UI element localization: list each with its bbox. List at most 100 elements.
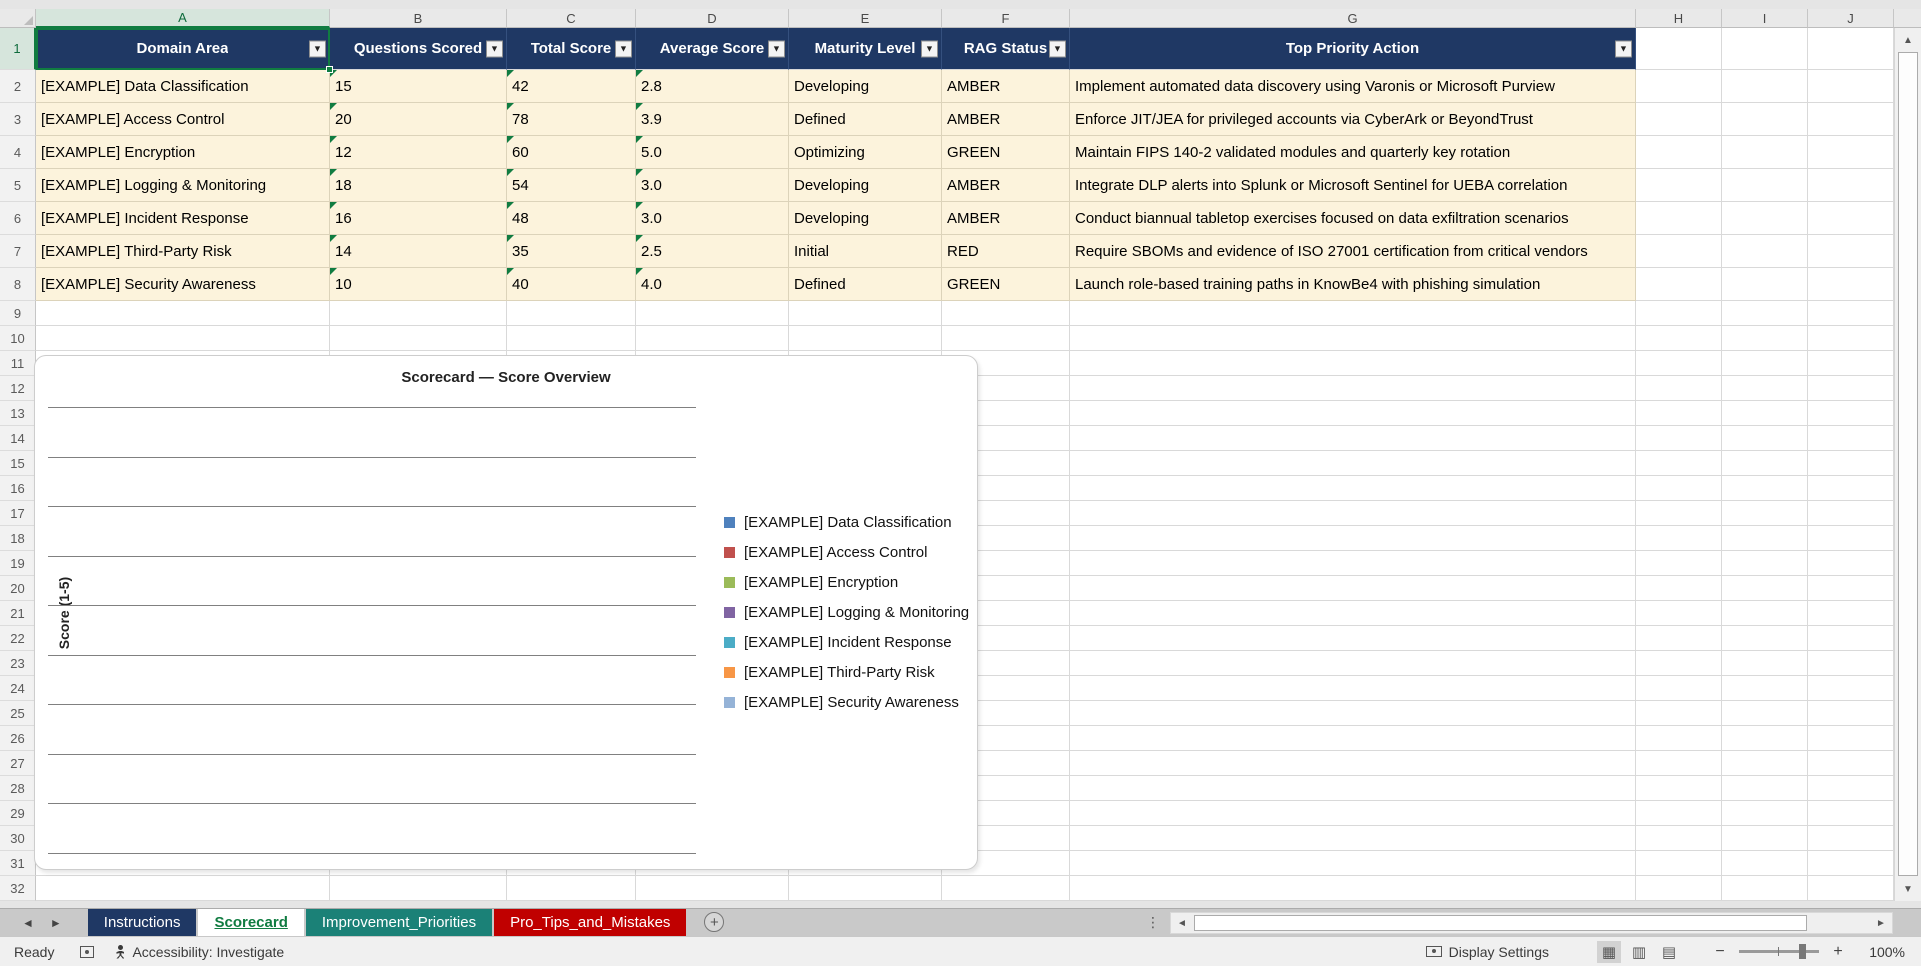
cell-B9[interactable]: [330, 301, 507, 326]
cell-D5[interactable]: 3.0: [636, 169, 789, 202]
cell-I13[interactable]: [1722, 401, 1808, 426]
cell-G23[interactable]: [1070, 651, 1636, 676]
cell-I29[interactable]: [1722, 801, 1808, 826]
row-header-11[interactable]: 11: [0, 351, 36, 376]
row-header-7[interactable]: 7: [0, 235, 36, 268]
cell-G5[interactable]: Integrate DLP alerts into Splunk or Micr…: [1070, 169, 1636, 202]
horizontal-scroll-thumb[interactable]: [1194, 915, 1807, 931]
cell-H31[interactable]: [1636, 851, 1722, 876]
cell-H32[interactable]: [1636, 876, 1722, 901]
sheet-nav-right-icon[interactable]: ►: [50, 916, 62, 930]
filter-dropdown-icon[interactable]: ▼: [615, 40, 632, 57]
row-header-16[interactable]: 16: [0, 476, 36, 501]
legend-item[interactable]: [EXAMPLE] Third-Party Risk: [724, 657, 969, 687]
cell-A8[interactable]: [EXAMPLE] Security Awareness: [36, 268, 330, 301]
cell-G2[interactable]: Implement automated data discovery using…: [1070, 70, 1636, 103]
zoom-level[interactable]: 100%: [1865, 944, 1905, 960]
cell-D32[interactable]: [636, 876, 789, 901]
cell-J16[interactable]: [1808, 476, 1894, 501]
cell-E1[interactable]: Maturity Level ▼: [789, 28, 942, 70]
row-header-17[interactable]: 17: [0, 501, 36, 526]
row-header-26[interactable]: 26: [0, 726, 36, 751]
cell-G3[interactable]: Enforce JIT/JEA for privileged accounts …: [1070, 103, 1636, 136]
cell-G32[interactable]: [1070, 876, 1636, 901]
cell-H26[interactable]: [1636, 726, 1722, 751]
cell-B5[interactable]: 18: [330, 169, 507, 202]
cell-E3[interactable]: Defined: [789, 103, 942, 136]
row-header-18[interactable]: 18: [0, 526, 36, 551]
cell-D7[interactable]: 2.5: [636, 235, 789, 268]
cell-H3[interactable]: [1636, 103, 1722, 136]
cell-H8[interactable]: [1636, 268, 1722, 301]
normal-view-button[interactable]: ▦: [1597, 940, 1621, 963]
cell-A4[interactable]: [EXAMPLE] Encryption: [36, 136, 330, 169]
cell-F32[interactable]: [942, 876, 1070, 901]
cell-H24[interactable]: [1636, 676, 1722, 701]
cell-A6[interactable]: [EXAMPLE] Incident Response: [36, 202, 330, 235]
cell-B4[interactable]: 12: [330, 136, 507, 169]
cell-J31[interactable]: [1808, 851, 1894, 876]
cell-J17[interactable]: [1808, 501, 1894, 526]
cell-H29[interactable]: [1636, 801, 1722, 826]
filter-dropdown-icon[interactable]: ▼: [768, 40, 785, 57]
cell-J23[interactable]: [1808, 651, 1894, 676]
cell-F2[interactable]: AMBER: [942, 70, 1070, 103]
sheet-tab-improvement_priorities[interactable]: Improvement_Priorities: [305, 909, 493, 936]
row-header-23[interactable]: 23: [0, 651, 36, 676]
cell-J8[interactable]: [1808, 268, 1894, 301]
cell-G7[interactable]: Require SBOMs and evidence of ISO 27001 …: [1070, 235, 1636, 268]
cell-J5[interactable]: [1808, 169, 1894, 202]
cell-I22[interactable]: [1722, 626, 1808, 651]
cell-I26[interactable]: [1722, 726, 1808, 751]
cell-B8[interactable]: 10: [330, 268, 507, 301]
cell-J9[interactable]: [1808, 301, 1894, 326]
row-header-32[interactable]: 32: [0, 876, 36, 901]
horizontal-scrollbar[interactable]: ◄ ►: [1170, 912, 1893, 934]
cell-I19[interactable]: [1722, 551, 1808, 576]
cell-I20[interactable]: [1722, 576, 1808, 601]
cell-H23[interactable]: [1636, 651, 1722, 676]
zoom-slider-thumb[interactable]: [1799, 944, 1806, 959]
row-header-3[interactable]: 3: [0, 103, 36, 136]
row-header-27[interactable]: 27: [0, 751, 36, 776]
cell-B1[interactable]: Questions Scored ▼: [330, 28, 507, 70]
cell-F10[interactable]: [942, 326, 1070, 351]
cell-J20[interactable]: [1808, 576, 1894, 601]
cell-I2[interactable]: [1722, 70, 1808, 103]
cell-I17[interactable]: [1722, 501, 1808, 526]
accessibility-status-button[interactable]: Accessibility: Investigate: [114, 944, 284, 960]
cell-D10[interactable]: [636, 326, 789, 351]
cell-H14[interactable]: [1636, 426, 1722, 451]
cell-I18[interactable]: [1722, 526, 1808, 551]
cell-E5[interactable]: Developing: [789, 169, 942, 202]
cell-G13[interactable]: [1070, 401, 1636, 426]
row-header-24[interactable]: 24: [0, 676, 36, 701]
column-header-F[interactable]: F: [942, 9, 1070, 28]
row-header-2[interactable]: 2: [0, 70, 36, 103]
cell-J4[interactable]: [1808, 136, 1894, 169]
row-header-29[interactable]: 29: [0, 801, 36, 826]
row-header-12[interactable]: 12: [0, 376, 36, 401]
cell-I31[interactable]: [1722, 851, 1808, 876]
cell-H18[interactable]: [1636, 526, 1722, 551]
cell-H4[interactable]: [1636, 136, 1722, 169]
cell-A32[interactable]: [36, 876, 330, 901]
cell-H13[interactable]: [1636, 401, 1722, 426]
cell-J25[interactable]: [1808, 701, 1894, 726]
cell-A9[interactable]: [36, 301, 330, 326]
zoom-in-button[interactable]: +: [1829, 943, 1847, 961]
cell-D8[interactable]: 4.0: [636, 268, 789, 301]
cell-I25[interactable]: [1722, 701, 1808, 726]
cell-C32[interactable]: [507, 876, 636, 901]
display-settings-button[interactable]: Display Settings: [1425, 944, 1549, 960]
cell-G16[interactable]: [1070, 476, 1636, 501]
column-header-C[interactable]: C: [507, 9, 636, 28]
cell-C2[interactable]: 42: [507, 70, 636, 103]
zoom-out-button[interactable]: −: [1711, 943, 1729, 961]
cell-I7[interactable]: [1722, 235, 1808, 268]
row-header-25[interactable]: 25: [0, 701, 36, 726]
scroll-down-icon[interactable]: ▼: [1895, 879, 1921, 899]
cell-B6[interactable]: 16: [330, 202, 507, 235]
sheet-tab-pro_tips_and_mistakes[interactable]: Pro_Tips_and_Mistakes: [494, 909, 687, 936]
score-overview-chart[interactable]: Scorecard — Score Overview Score (1-5) […: [34, 355, 978, 870]
